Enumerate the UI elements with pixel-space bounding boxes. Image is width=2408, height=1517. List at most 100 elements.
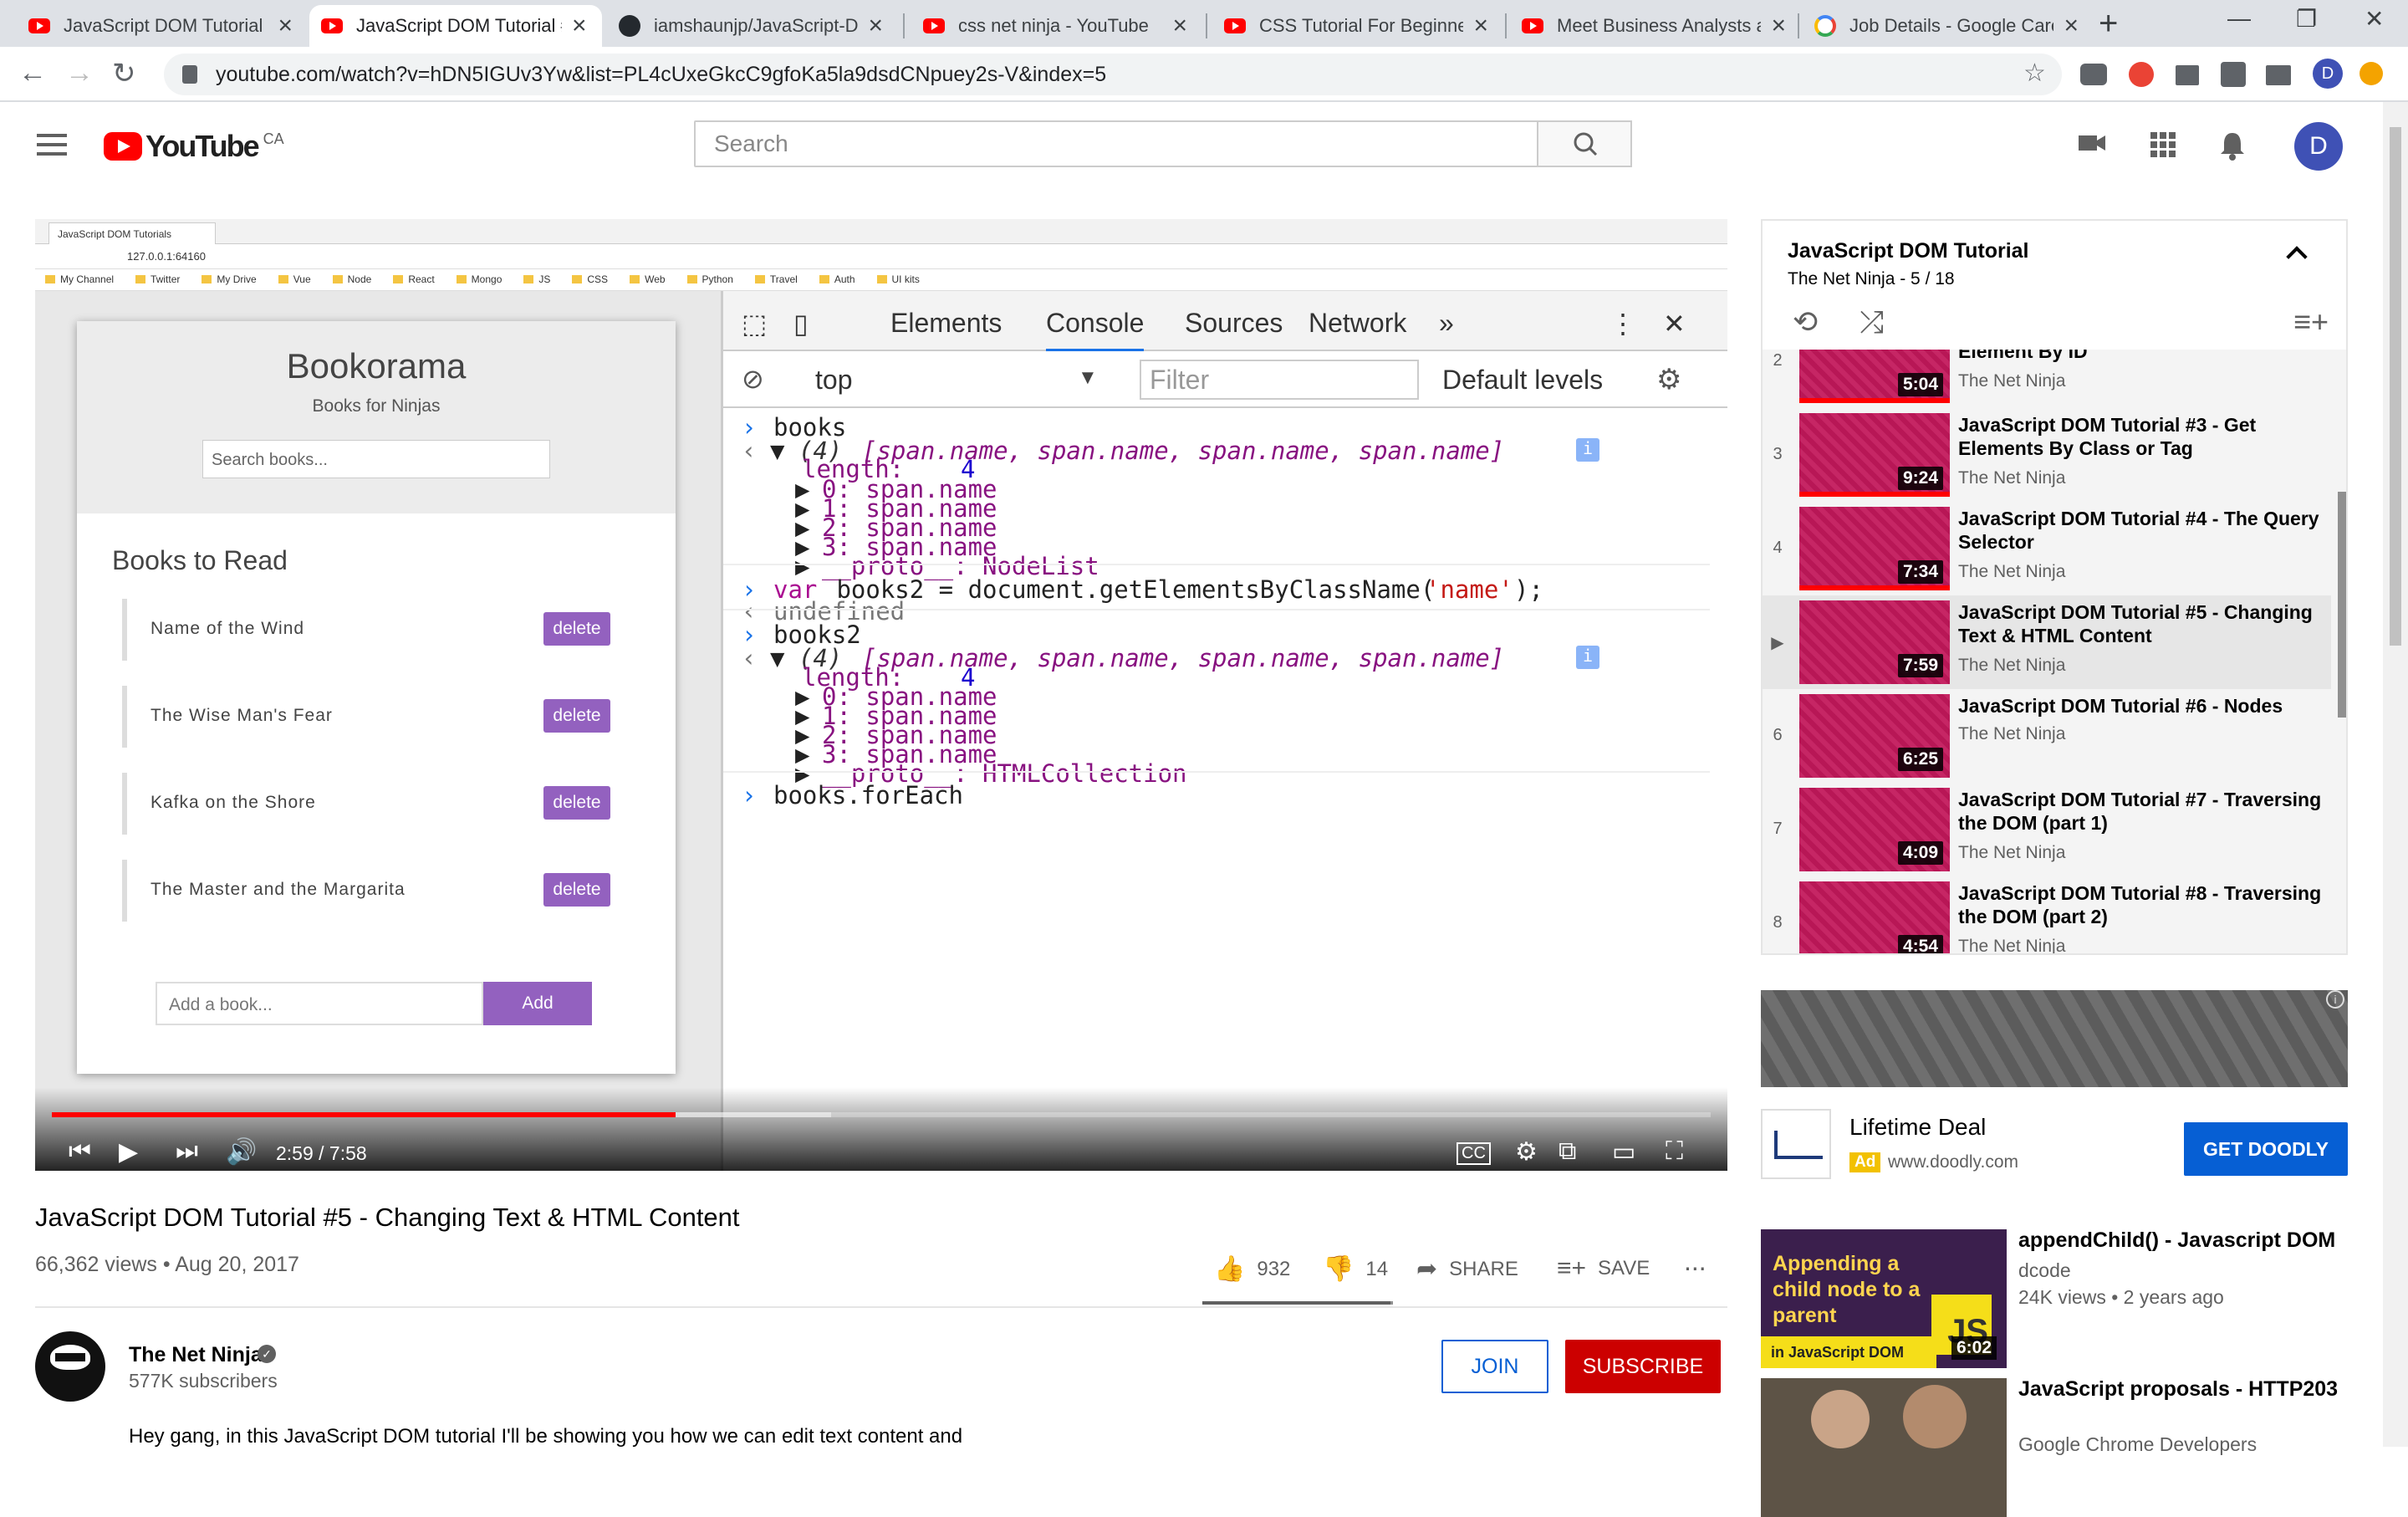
browser-tab-4[interactable]: css net ninja - YouTube × (911, 5, 1199, 47)
browser-tab-2-active[interactable]: JavaScript DOM Tutorial # × (309, 5, 602, 47)
forward-arrow-icon[interactable]: → (65, 57, 94, 89)
back-arrow-icon[interactable]: ← (18, 57, 47, 89)
bookmark-star-icon[interactable]: ☆ (2023, 59, 2046, 88)
browser-tab-6[interactable]: Meet Business Analysts at × (1510, 5, 1798, 47)
save-button[interactable]: ≡+ SAVE (1557, 1254, 1650, 1283)
video-player[interactable]: JavaScript DOM Tutorials 127.0.0.1:64160… (35, 219, 1727, 1171)
previous-icon[interactable]: ⏮ (69, 1137, 91, 1166)
page-scrollbar-thumb[interactable] (2390, 127, 2401, 646)
vue-devtools-icon[interactable] (2176, 65, 2199, 85)
apps-grid-icon[interactable] (2149, 130, 2177, 166)
menu-icon[interactable] (37, 134, 67, 156)
close-window-icon[interactable]: ✕ (2365, 5, 2384, 33)
search-button[interactable] (1537, 120, 1632, 167)
next-icon[interactable]: ⏭ (176, 1137, 198, 1166)
captions-icon[interactable]: CC (1457, 1142, 1491, 1165)
new-tab-button[interactable]: + (2099, 5, 2118, 43)
playlist-index: 6 (1773, 726, 1783, 744)
related-thumbnail[interactable] (1761, 1378, 2007, 1517)
duration: 6:02 (1951, 1336, 1997, 1360)
chevron-down-icon: ▼ (1078, 366, 1098, 389)
minimize-icon[interactable]: — (2227, 5, 2251, 32)
close-icon[interactable]: × (1473, 13, 1488, 38)
playlist-item[interactable]: 2 5:04 Element By ID The Net Ninja (1763, 350, 2331, 408)
address-bar[interactable]: youtube.com/watch?v=hDN5IGUv3Yw&list=PL4… (164, 54, 2062, 95)
notifications-bell-icon[interactable] (2219, 130, 2246, 168)
close-icon[interactable]: × (1771, 13, 1786, 38)
more-actions-button[interactable]: ... (1684, 1246, 1707, 1277)
ninja-mask-band (55, 1353, 85, 1361)
playlist-item[interactable]: 4 7:34 JavaScript DOM Tutorial #4 - The … (1763, 502, 2331, 595)
settings-gear-icon[interactable]: ⚙ (1515, 1137, 1538, 1167)
bookmark: Python (687, 273, 733, 286)
browser-tab-1[interactable]: JavaScript DOM Tutorial # × (17, 5, 304, 47)
close-icon[interactable]: × (2064, 13, 2079, 38)
extensions-puzzle-icon[interactable] (2221, 62, 2246, 87)
browser-tab-7[interactable]: Job Details - Google Caree × (1803, 5, 2090, 47)
duration: 7:59 (1897, 654, 1943, 677)
playlist-item[interactable]: 7 4:09 JavaScript DOM Tutorial #7 - Trav… (1763, 783, 2331, 876)
collapse-chevron-icon[interactable] (2286, 246, 2308, 268)
thumbs-up-icon: 👍 (1214, 1255, 1246, 1283)
restore-icon[interactable]: ❐ (2296, 5, 2317, 33)
shuffle-icon[interactable]: ⤮ (1860, 304, 1884, 339)
volume-icon[interactable]: 🔊 (226, 1137, 257, 1167)
channel-avatar[interactable] (35, 1331, 105, 1402)
channel-name[interactable]: The Net Ninja (129, 1343, 263, 1367)
drive-extension-icon[interactable] (2080, 64, 2107, 85)
like-button[interactable]: 👍 932 (1214, 1254, 1290, 1284)
media-queue-icon[interactable] (2266, 65, 2291, 85)
playlist-item[interactable]: 8 4:54 JavaScript DOM Tutorial #8 - Trav… (1763, 876, 2331, 953)
miniplayer-icon[interactable]: ⧉ (1559, 1137, 1576, 1166)
nodelist-preview: [span.name, span.name, span.name, span.n… (862, 437, 1505, 465)
book-name: Name of the Wind (150, 619, 305, 638)
profile-avatar[interactable]: D (2313, 59, 2343, 89)
playlist-item[interactable]: 6 6:25 JavaScript DOM Tutorial #6 - Node… (1763, 689, 2331, 783)
playlist-item[interactable]: 3 9:24 JavaScript DOM Tutorial #3 - Get … (1763, 408, 2331, 502)
subscribe-button[interactable]: SUBSCRIBE (1565, 1340, 1721, 1393)
playlist-add-icon[interactable]: ≡+ (2293, 304, 2329, 339)
loop-icon[interactable]: ⟲ (1793, 304, 1818, 339)
search-input[interactable]: Search (694, 120, 1538, 167)
theater-mode-icon[interactable]: ▭ (1612, 1137, 1635, 1167)
extension-badge-icon[interactable] (2129, 62, 2154, 87)
close-icon[interactable]: × (278, 13, 293, 38)
watched-bar (1799, 585, 1950, 590)
play-icon[interactable]: ▶ (119, 1137, 138, 1167)
extension-orange-icon[interactable] (2360, 62, 2383, 85)
playlist-title[interactable]: JavaScript DOM Tutorial (1788, 239, 2029, 263)
playlist-index: 3 (1773, 445, 1783, 463)
playlist-item-current[interactable]: ▶ 7:59 JavaScript DOM Tutorial #5 - Chan… (1763, 595, 2331, 689)
fullscreen-icon[interactable]: ⛶ (1666, 1137, 1683, 1166)
reload-icon[interactable]: ↻ (112, 57, 136, 90)
account-avatar[interactable]: D (2294, 122, 2343, 171)
related-thumbnail[interactable]: Appending a child node to a parent JS in… (1761, 1229, 2007, 1368)
playlist-scrollbar[interactable] (2338, 492, 2346, 718)
related-video-title[interactable]: appendChild() - Javascript DOM (2018, 1228, 2353, 1253)
dislike-button[interactable]: 👎 14 (1323, 1254, 1388, 1284)
share-button[interactable]: ➦ SHARE (1416, 1254, 1518, 1284)
create-video-icon[interactable] (2077, 130, 2107, 163)
ad-info-icon[interactable]: i (2326, 990, 2344, 1009)
console-filter-input: Filter (1140, 360, 1419, 400)
ad-badge: Ad (1849, 1152, 1881, 1172)
related-video-channel: dcode (2018, 1259, 2071, 1281)
get-doodly-button[interactable]: GET DOODLY (2184, 1122, 2348, 1176)
ad-title[interactable]: Lifetime Deal (1849, 1114, 1986, 1141)
browser-tab-3[interactable]: iamshaunjp/JavaScript-DO × (607, 5, 895, 47)
close-icon[interactable]: × (868, 13, 883, 38)
playlist-item-channel: The Net Ninja (1958, 371, 2066, 391)
playlist-index: 8 (1773, 913, 1783, 932)
join-button[interactable]: JOIN (1441, 1340, 1548, 1393)
doodly-logo[interactable] (1761, 1109, 1831, 1179)
related-video-title[interactable]: JavaScript proposals - HTTP203 (2018, 1377, 2353, 1402)
code-end: ); (1514, 575, 1543, 604)
close-icon[interactable]: × (572, 13, 587, 38)
ad-banner[interactable] (1761, 990, 2348, 1087)
devtools-tab-console: Console (1046, 308, 1145, 352)
browser-tab-5[interactable]: CSS Tutorial For Beginner × (1212, 5, 1500, 47)
close-icon[interactable]: × (1172, 13, 1187, 38)
youtube-logo[interactable]: YouTube CA (104, 129, 284, 164)
progress-bar[interactable] (52, 1112, 1711, 1117)
page-scrollbar[interactable] (2383, 102, 2408, 1447)
